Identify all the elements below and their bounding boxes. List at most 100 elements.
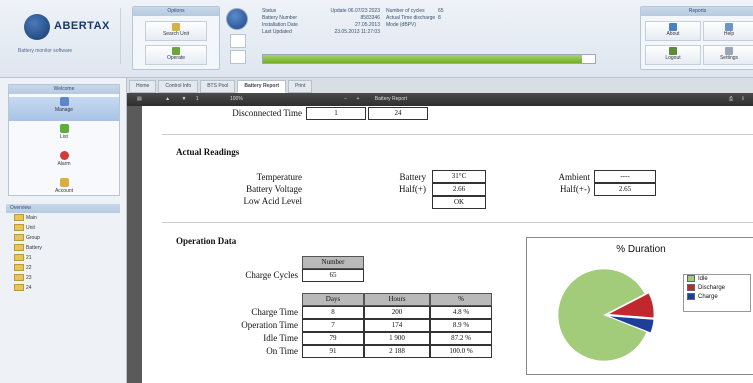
tab-print[interactable]: Print — [288, 80, 313, 93]
tree-item[interactable]: 23 — [6, 273, 120, 283]
number-header: Number — [302, 256, 364, 269]
sidebar-item-label: List — [60, 134, 68, 140]
help-label: Help — [723, 31, 735, 37]
tab-control-info[interactable]: Control Info — [158, 80, 199, 93]
battery-info: Status Update 06.07/23 2023 Number of cycl… — [262, 8, 444, 36]
sidebar-nav-title: Welcome — [9, 85, 119, 94]
info-row-2: Installation Date 27.05.2013 Mode (dBPV) — [262, 22, 417, 28]
about-button[interactable]: About — [645, 21, 701, 41]
tree-item[interactable]: 21 — [6, 253, 120, 263]
operate-label: Operate — [166, 55, 186, 61]
logo-mark-icon — [24, 14, 50, 40]
sidebar-item-account[interactable]: Account — [9, 178, 119, 202]
print-icon[interactable]: ⎙ — [729, 93, 733, 106]
manage-icon — [59, 97, 69, 106]
page-number[interactable]: 1 — [196, 96, 199, 102]
battery-label: Battery — [399, 172, 427, 182]
overview-tree: Overview Main Unit Group Battery 21 22 2… — [6, 204, 120, 293]
top-toolbar: ABERTAX Battery monitor software Options… — [0, 0, 753, 78]
sidebar-toggle-icon[interactable]: ▤ — [137, 96, 142, 102]
hours-header: Hours — [364, 293, 430, 306]
half-label: Half(+) — [398, 184, 426, 194]
operation-data-title: Operation Data — [176, 236, 237, 246]
sidebar-item-label: Account — [54, 188, 74, 194]
tree-item[interactable]: Battery — [6, 243, 120, 253]
table-row-label: Operation Time — [241, 320, 298, 330]
sidebar-item-alarm[interactable]: Alarm — [9, 151, 119, 175]
folder-icon — [14, 244, 24, 252]
sidebar: Welcome Manage List Alarm Account Overvi… — [0, 78, 127, 383]
legend-item: Idle — [684, 275, 750, 284]
reports-group-title: Reports — [641, 7, 753, 16]
info-row-1: Battery Number 8583346 Actual Time dischar… — [262, 15, 441, 21]
disconnected-hours-value: 24 — [368, 107, 428, 120]
table-cell: 174 — [364, 319, 430, 332]
download-icon[interactable]: ⇩ — [741, 93, 745, 106]
battery-voltage-label: Battery Voltage — [246, 184, 302, 194]
legend-item: Discharge — [684, 284, 750, 293]
zoom-in-icon[interactable]: + — [356, 96, 359, 102]
main-tabs: Home Control Info BTS Pool Battery Repor… — [129, 80, 314, 93]
days-header: Days — [302, 293, 364, 306]
prev-page-icon[interactable]: ▲ — [165, 96, 170, 102]
zoom-out-icon[interactable]: − — [344, 96, 347, 102]
info-row-0: Status Update 06.07/23 2023 Number of cycl… — [262, 8, 444, 14]
options-group-title: Options — [133, 7, 219, 16]
table-cell: 1 900 — [364, 332, 430, 345]
charge-cycles-label: Charge Cycles — [245, 270, 298, 280]
logout-label: Logout — [665, 55, 681, 61]
ambient-label: Ambient — [558, 172, 591, 182]
document-title: Battery Report — [374, 96, 408, 102]
sidebar-item-manage[interactable]: Manage — [9, 97, 119, 121]
chart-title: % Duration — [616, 244, 666, 255]
status-gauge-icon — [226, 8, 248, 30]
folder-icon — [14, 264, 24, 272]
about-icon — [669, 23, 677, 31]
percent-header: % — [430, 293, 492, 306]
brand-logo: ABERTAX Battery monitor software — [10, 8, 121, 64]
sidebar-item-list[interactable]: List — [9, 124, 119, 148]
half-voltage-value: 2.66 — [432, 183, 486, 196]
tree-item[interactable]: Group — [6, 233, 120, 243]
sidebar-item-label: Manage — [54, 107, 74, 113]
tree-title: Overview — [6, 204, 120, 213]
table-cell: 4.8 % — [430, 306, 492, 319]
info-row-3: Last Updated 23.05.2013 11:27:03 — [262, 29, 380, 35]
sidebar-nav: Welcome Manage List Alarm Account — [8, 84, 120, 196]
tree-item[interactable]: Unit — [6, 223, 120, 233]
legend-swatch — [687, 293, 695, 300]
logout-button[interactable]: Logout — [645, 45, 701, 65]
tab-battery-report[interactable]: Battery Report — [237, 80, 287, 93]
next-page-icon[interactable]: ▼ — [181, 96, 186, 102]
temperature-value: 31°C — [432, 170, 486, 183]
table-cell: 79 — [302, 332, 364, 345]
operate-icon — [172, 47, 180, 55]
status-indicator-1 — [230, 34, 246, 48]
tab-bts-pool[interactable]: BTS Pool — [200, 80, 236, 93]
table-row-label: On Time — [266, 346, 298, 356]
search-unit-button[interactable]: Search Unit — [145, 21, 207, 41]
about-label: About — [666, 31, 680, 37]
operate-button[interactable]: Operate — [145, 45, 207, 65]
zoom-level[interactable]: 100% — [230, 96, 243, 102]
section-divider — [162, 222, 753, 223]
table-cell: 8.9 % — [430, 319, 492, 332]
duration-chart: % Duration Idle Discharge Charge — [526, 237, 753, 375]
acid-level-value: OK — [432, 196, 486, 209]
tree-item[interactable]: 22 — [6, 263, 120, 273]
search-unit-label: Search Unit — [162, 31, 190, 37]
settings-button[interactable]: Settings — [703, 45, 753, 65]
table-cell: 91 — [302, 345, 364, 358]
tab-home[interactable]: Home — [129, 80, 157, 93]
chart-legend: Idle Discharge Charge — [683, 274, 751, 312]
help-button[interactable]: Help — [703, 21, 753, 41]
tree-item[interactable]: 24 — [6, 283, 120, 293]
status-indicator-2 — [230, 50, 246, 64]
disconnected-time-label: Disconnected Time — [232, 108, 302, 118]
tree-item[interactable]: Main — [6, 213, 120, 223]
low-acid-level-label: Low Acid Level — [243, 196, 302, 206]
table-cell: 7 — [302, 319, 364, 332]
legend-item: Charge — [684, 293, 750, 302]
options-group: Options Search Unit Operate — [132, 6, 220, 70]
help-icon — [725, 23, 733, 31]
